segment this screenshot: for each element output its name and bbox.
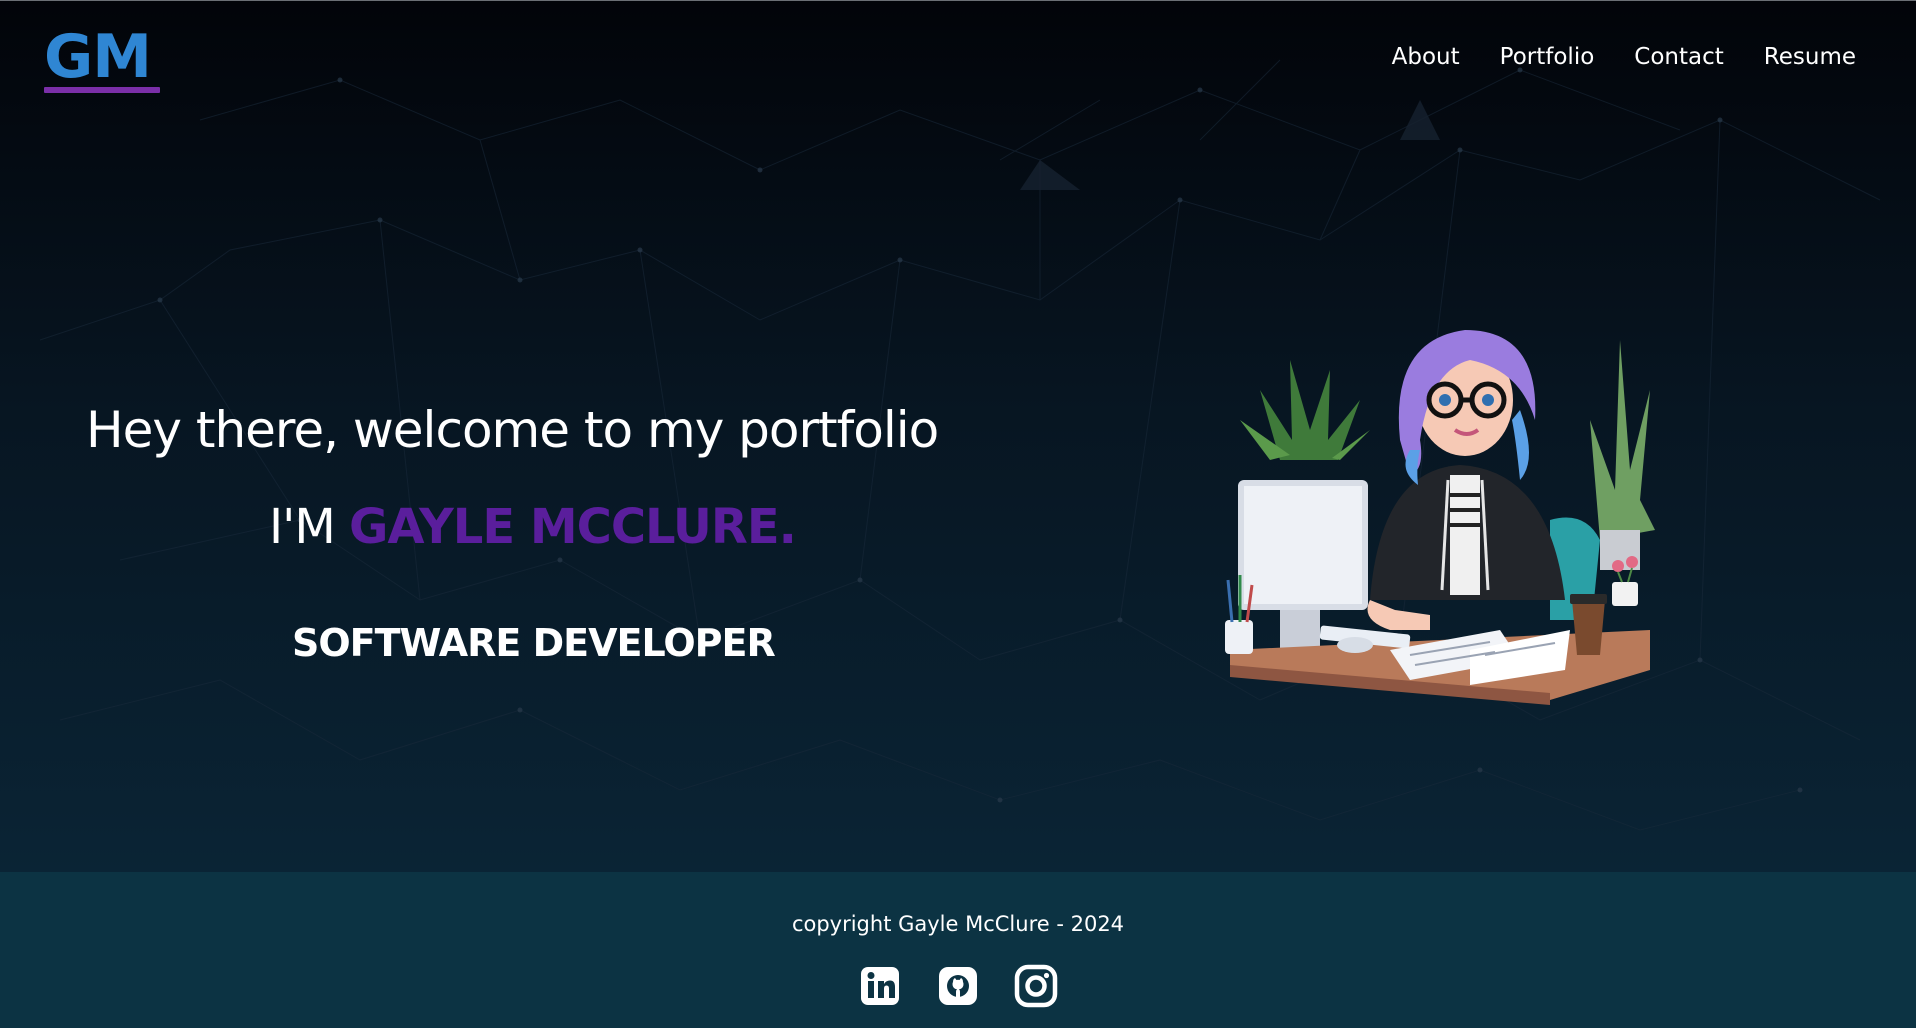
main-nav: About Portfolio Contact Resume [1392, 44, 1856, 70]
nav-portfolio-link[interactable]: Portfolio [1500, 44, 1595, 70]
right-plant-illustration [1590, 340, 1655, 570]
social-links [0, 964, 1916, 1008]
intro-prefix: I'M [269, 499, 350, 555]
hero-section: GM About Portfolio Contact Resume Hey th… [0, 0, 1916, 872]
logo-home-link[interactable]: GM [44, 24, 160, 96]
linkedin-link[interactable] [858, 964, 902, 1008]
logo-text: GM [44, 22, 152, 92]
nav-about-link[interactable]: About [1392, 44, 1460, 70]
developer-name: GAYLE MCCLURE. [349, 499, 797, 555]
top-edge-divider [0, 0, 1916, 1]
hero-intro: I'M GAYLE MCCLURE. [269, 498, 797, 556]
left-plant-illustration [1240, 360, 1370, 460]
site-footer: copyright Gayle McClure - 2024 [0, 872, 1916, 1028]
instagram-link[interactable] [1014, 964, 1058, 1008]
linkedin-icon [861, 967, 899, 1005]
nav-resume-link[interactable]: Resume [1764, 44, 1856, 70]
instagram-icon [1014, 964, 1058, 1008]
page: GM About Portfolio Contact Resume Hey th… [0, 0, 1916, 1028]
developer-at-desk-illustration [1225, 330, 1655, 705]
logo-underline [44, 87, 160, 93]
nav-contact-link[interactable]: Contact [1634, 44, 1723, 70]
github-icon [939, 967, 977, 1005]
copyright-text: copyright Gayle McClure - 2024 [791, 912, 1125, 936]
github-link[interactable] [936, 964, 980, 1008]
hero-headline: Hey there, welcome to my portfolio [86, 401, 939, 459]
developer-role: SOFTWARE DEVELOPER [292, 621, 776, 665]
